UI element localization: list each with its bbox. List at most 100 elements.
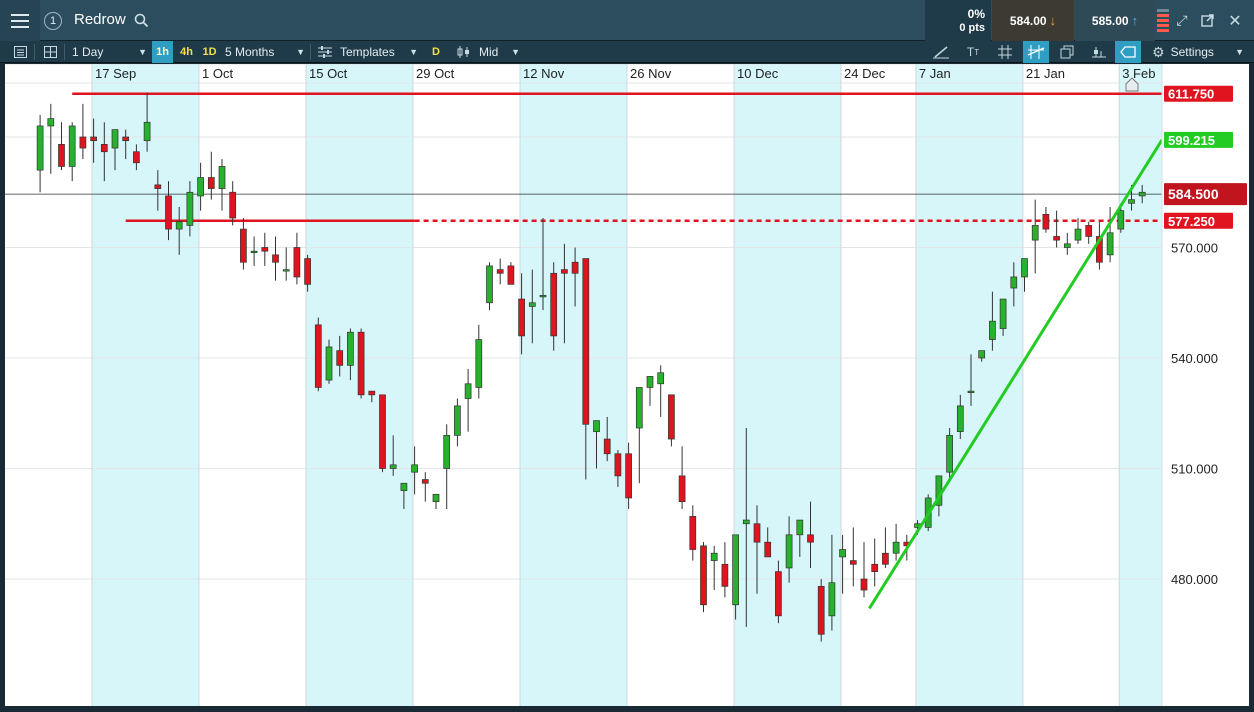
info-button[interactable]: 1 (40, 0, 66, 41)
price-type-select[interactable]: Mid ▼ (456, 41, 520, 63)
display-badge[interactable]: D (428, 41, 444, 63)
search-button[interactable] (130, 0, 152, 41)
search-icon (134, 13, 148, 28)
expand-icon[interactable]: ⤢ (1172, 0, 1192, 41)
timeframe-1d[interactable]: 1D (199, 41, 220, 63)
candle[interactable] (817, 579, 825, 642)
list-icon[interactable] (12, 41, 28, 63)
popout-icon[interactable] (1197, 0, 1217, 41)
candle[interactable] (475, 324, 483, 399)
candle[interactable] (272, 236, 279, 281)
candle[interactable] (507, 262, 515, 285)
candle[interactable] (229, 181, 237, 226)
candle[interactable] (486, 262, 493, 311)
indicators-icon[interactable] (1088, 41, 1110, 63)
x-tick-label: 15 Oct (309, 66, 348, 81)
candle-body (229, 191, 237, 219)
candle[interactable] (379, 394, 386, 473)
candle[interactable] (860, 542, 868, 598)
chevron-down-icon: ▼ (1235, 47, 1244, 57)
candle[interactable] (293, 232, 301, 285)
candle-body (122, 136, 130, 142)
candle[interactable] (454, 398, 461, 447)
candle-body (47, 118, 55, 127)
candle[interactable] (250, 236, 258, 266)
candle[interactable] (892, 523, 900, 561)
candle[interactable] (1053, 210, 1060, 248)
candle[interactable] (700, 542, 707, 613)
magnet-icon[interactable] (1023, 41, 1049, 63)
price-chart[interactable]: 17 Sep 1 Oct 15 Oct 29 Oct 12 Nov 26 Nov 10 De… (5, 64, 1249, 706)
text-icon[interactable]: TT (962, 41, 984, 63)
candle[interactable] (1085, 221, 1093, 244)
candle-body (721, 563, 729, 587)
layers-icon[interactable] (1056, 41, 1078, 63)
candle-body (261, 247, 269, 252)
instrument-name[interactable]: Redrow (74, 11, 126, 28)
candle[interactable] (1042, 206, 1050, 233)
candle[interactable] (646, 376, 654, 406)
grid-layout-icon[interactable] (42, 41, 58, 63)
price-tag-label: 577.250 (1168, 214, 1215, 229)
sound-meter-icon[interactable] (1156, 0, 1170, 41)
candle[interactable] (261, 232, 269, 266)
candle-body (956, 405, 964, 433)
candle[interactable] (207, 151, 215, 200)
close-icon[interactable]: ✕ (1224, 0, 1246, 41)
candle[interactable] (882, 527, 889, 568)
candle[interactable] (710, 545, 718, 591)
sell-button[interactable]: 584.00 ↓ (992, 0, 1074, 41)
candle[interactable] (721, 542, 729, 598)
candle[interactable] (79, 103, 87, 160)
title-bar: 1 Redrow 0% 0 pts 584.00 ↓ 585.00 ↑ ⤢ ✕ (0, 0, 1254, 41)
timeframe-4h[interactable]: 4h (176, 41, 197, 63)
menu-button[interactable] (0, 0, 40, 41)
price-change: 0% 0 pts (925, 0, 991, 41)
candle[interactable] (282, 247, 290, 281)
candle[interactable] (58, 122, 65, 171)
candle[interactable] (432, 493, 440, 510)
candle[interactable] (357, 328, 365, 399)
candle[interactable] (314, 317, 322, 392)
candle[interactable] (668, 394, 675, 447)
interval-select[interactable]: 1 Day ▼ (72, 41, 147, 63)
candle-body (282, 269, 290, 272)
candle[interactable] (47, 103, 55, 174)
chevron-down-icon: ▼ (296, 47, 305, 57)
candle-body (839, 549, 846, 558)
candle[interactable] (68, 122, 76, 182)
candle[interactable] (946, 427, 953, 480)
templates-label: Templates (340, 45, 395, 59)
candle[interactable] (421, 472, 429, 502)
candle-body (272, 254, 279, 263)
tag-icon[interactable] (1115, 41, 1141, 63)
candle[interactable] (678, 446, 686, 510)
candle[interactable] (36, 114, 44, 193)
candle[interactable] (496, 258, 504, 285)
candle[interactable] (240, 218, 247, 270)
candle-body (389, 464, 397, 469)
buy-button[interactable]: 585.00 ↑ (1075, 0, 1155, 41)
settings-button[interactable]: ⚙ Settings ▼ (1152, 41, 1244, 63)
candle[interactable] (218, 159, 226, 211)
candle-body (475, 339, 483, 388)
candle[interactable] (1031, 199, 1039, 274)
candle[interactable] (1063, 232, 1071, 255)
chart-area[interactable]: 17 Sep 1 Oct 15 Oct 29 Oct 12 Nov 26 Nov 10 De… (5, 64, 1249, 706)
range-value: 5 Months (225, 45, 275, 59)
candle-body (550, 272, 558, 337)
candle[interactable] (464, 369, 472, 432)
candle[interactable] (657, 365, 665, 417)
candle[interactable] (849, 527, 857, 587)
draw-line-icon[interactable] (930, 41, 952, 63)
templates-select[interactable]: Templates ▼ (318, 41, 418, 63)
menu-icon (11, 12, 29, 30)
crosshair-icon[interactable] (994, 41, 1016, 63)
timeframe-1h[interactable]: 1h (152, 41, 173, 63)
candle[interactable] (689, 505, 697, 561)
candle[interactable] (1106, 206, 1114, 263)
range-select[interactable]: 5 Months ▼ (225, 41, 305, 63)
x-tick-label: 12 Nov (523, 66, 565, 81)
candle-body (582, 258, 590, 425)
candle[interactable] (443, 424, 451, 510)
